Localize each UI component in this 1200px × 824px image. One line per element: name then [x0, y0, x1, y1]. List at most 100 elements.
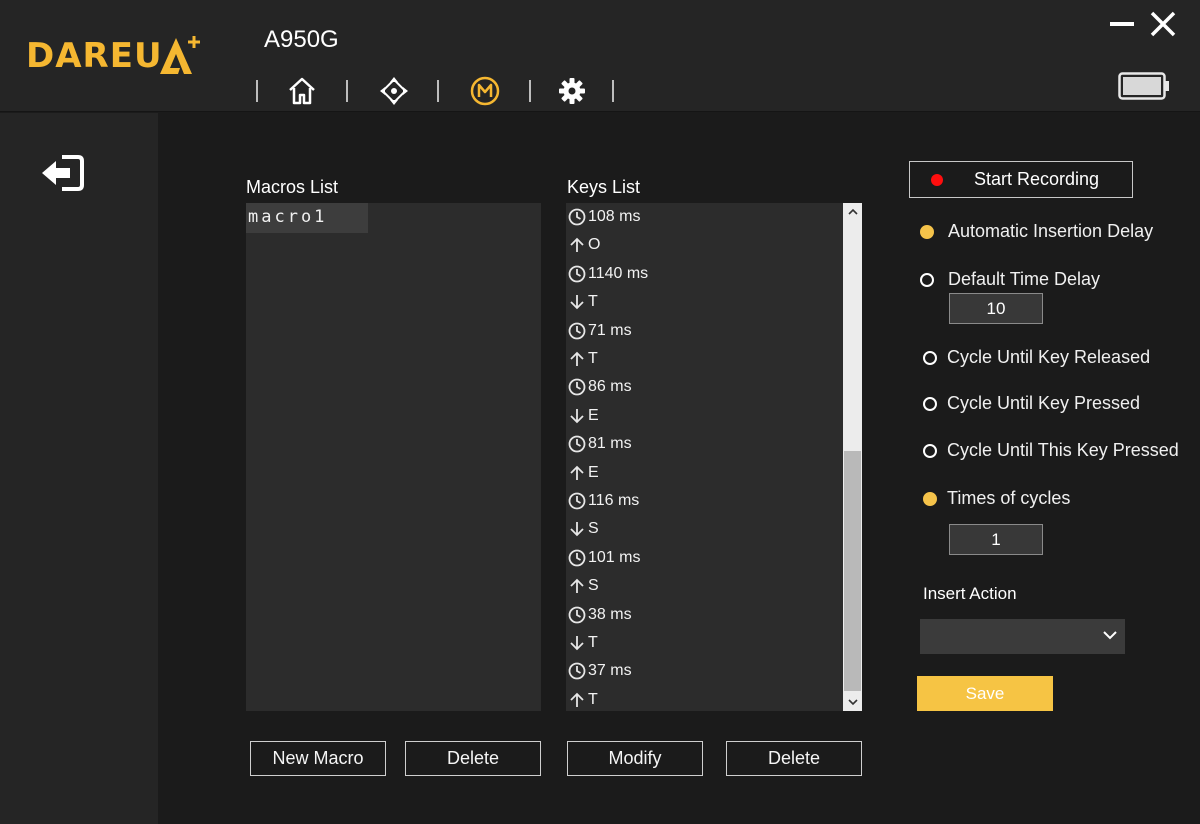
auto-insertion-delay-option[interactable]: Automatic Insertion Delay — [920, 221, 1153, 242]
close-button[interactable] — [1147, 8, 1179, 40]
key-up-arrow-icon — [570, 238, 584, 253]
key-list-item[interactable]: 81 ms — [566, 430, 632, 458]
title-bar: DAREU A950G — [0, 0, 1200, 112]
key-list-item[interactable]: S — [566, 515, 599, 543]
cycle-until-pressed-option[interactable]: Cycle Until Key Pressed — [923, 393, 1140, 414]
key-up-arrow-icon — [570, 351, 584, 366]
times-of-cycles-option[interactable]: Times of cycles — [923, 488, 1070, 509]
start-recording-button[interactable]: Start Recording — [909, 161, 1133, 198]
exit-icon — [42, 155, 84, 191]
key-list-item[interactable]: 101 ms — [566, 544, 640, 572]
keys-list-label: Keys List — [567, 177, 641, 197]
record-icon — [931, 173, 943, 186]
home-icon — [289, 77, 315, 105]
key-list-item[interactable]: 37 ms — [566, 657, 632, 685]
new-macro-button[interactable]: New Macro — [250, 741, 386, 776]
key-down-arrow-icon — [570, 636, 584, 651]
clock-icon — [568, 492, 586, 510]
default-time-delay-label: Default Time Delay — [948, 269, 1101, 289]
key-list-item[interactable]: 71 ms — [566, 317, 632, 345]
key-list-item-text: O — [588, 236, 601, 254]
key-down-arrow-icon — [570, 408, 584, 424]
move-icon — [380, 77, 408, 105]
nav-divider — [529, 80, 531, 102]
key-down-arrow-icon — [570, 295, 584, 310]
macro-item[interactable]: macro1 — [246, 203, 368, 233]
key-list-item[interactable]: T — [566, 288, 598, 316]
key-list-item[interactable]: 108 ms — [566, 203, 640, 231]
key-list-item[interactable]: T — [566, 345, 598, 373]
key-list-item-text: T — [588, 690, 598, 708]
clock-icon — [568, 265, 586, 283]
default-time-delay-option[interactable]: Default Time Delay — [920, 269, 1100, 290]
key-list-item-text: 86 ms — [588, 378, 632, 396]
settings-tab[interactable] — [552, 72, 592, 110]
insert-action-label: Insert Action — [923, 584, 1017, 603]
key-list-item-text: 116 ms — [588, 492, 640, 509]
key-list-item[interactable]: T — [566, 629, 598, 657]
macro-icon — [470, 76, 500, 106]
modify-key-button[interactable]: Modify — [567, 741, 703, 776]
key-list-item[interactable]: S — [566, 572, 599, 600]
minimize-icon — [1110, 22, 1134, 26]
brand-name: DAREU — [26, 36, 163, 76]
key-list-item[interactable]: 1140 ms — [566, 260, 648, 288]
key-list-item-text: 1140 ms — [588, 264, 649, 282]
nav-divider — [256, 80, 258, 102]
close-icon — [1150, 11, 1176, 37]
chevron-down-icon — [1103, 631, 1117, 640]
key-list-item[interactable]: 86 ms — [566, 373, 632, 401]
key-list-item-text: T — [588, 350, 598, 367]
key-list-item[interactable]: T — [566, 686, 598, 711]
radio-icon — [923, 350, 937, 365]
key-assignment-tab[interactable] — [374, 72, 414, 110]
key-list-item-text: S — [588, 520, 599, 538]
cycle-until-this-key-option[interactable]: Cycle Until This Key Pressed — [923, 440, 1179, 461]
key-up-arrow-icon — [570, 578, 584, 594]
home-tab[interactable] — [282, 72, 322, 110]
key-list-item[interactable]: 38 ms — [566, 601, 632, 629]
cycle-until-released-option[interactable]: Cycle Until Key Released — [923, 347, 1150, 368]
dareu-logo: DAREU — [26, 36, 200, 76]
key-list-item-text: E — [588, 406, 599, 424]
chevron-down-icon — [847, 699, 858, 706]
key-down-arrow-icon — [570, 522, 584, 537]
delete-key-button[interactable]: Delete — [726, 741, 862, 776]
keys-scrollbar[interactable] — [843, 203, 862, 711]
cycle-until-this-key-label: Cycle Until This Key Pressed — [947, 440, 1179, 460]
key-list-item-text: 71 ms — [588, 321, 632, 339]
minimize-button[interactable] — [1106, 8, 1138, 40]
key-list-item-text: 81 ms — [588, 435, 632, 453]
macros-list-label: Macros List — [246, 177, 339, 197]
key-list-item[interactable]: O — [566, 231, 600, 259]
clock-icon — [568, 662, 586, 680]
clock-icon — [568, 378, 586, 396]
key-up-arrow-icon — [570, 692, 584, 707]
nav-divider — [612, 80, 614, 102]
default-delay-input[interactable]: 10 — [949, 293, 1043, 324]
nav-divider — [346, 80, 348, 102]
left-sidebar — [0, 113, 158, 824]
key-list-item-text: 37 ms — [588, 662, 632, 680]
a-plus-logo-icon — [160, 36, 200, 74]
radio-selected-icon — [923, 491, 937, 506]
battery-icon — [1118, 72, 1169, 100]
cycle-until-released-label: Cycle Until Key Released — [947, 347, 1151, 367]
macro-tab[interactable] — [465, 72, 505, 110]
chevron-up-icon — [847, 208, 858, 215]
insert-action-select[interactable] — [920, 619, 1125, 654]
save-button[interactable]: Save — [917, 676, 1053, 711]
macros-list: macro1 — [246, 203, 541, 711]
clock-icon — [568, 322, 586, 339]
key-list-item[interactable]: E — [566, 459, 599, 487]
clock-icon — [568, 606, 586, 623]
clock-icon — [568, 208, 586, 226]
delete-macro-button[interactable]: Delete — [405, 741, 541, 776]
exit-button[interactable] — [38, 151, 88, 195]
scroll-down-button[interactable] — [843, 693, 862, 711]
scroll-up-button[interactable] — [843, 203, 862, 221]
scroll-thumb[interactable] — [844, 451, 861, 691]
key-list-item[interactable]: 116 ms — [566, 487, 639, 515]
key-list-item[interactable]: E — [566, 402, 599, 430]
times-of-cycles-input[interactable]: 1 — [949, 524, 1043, 555]
